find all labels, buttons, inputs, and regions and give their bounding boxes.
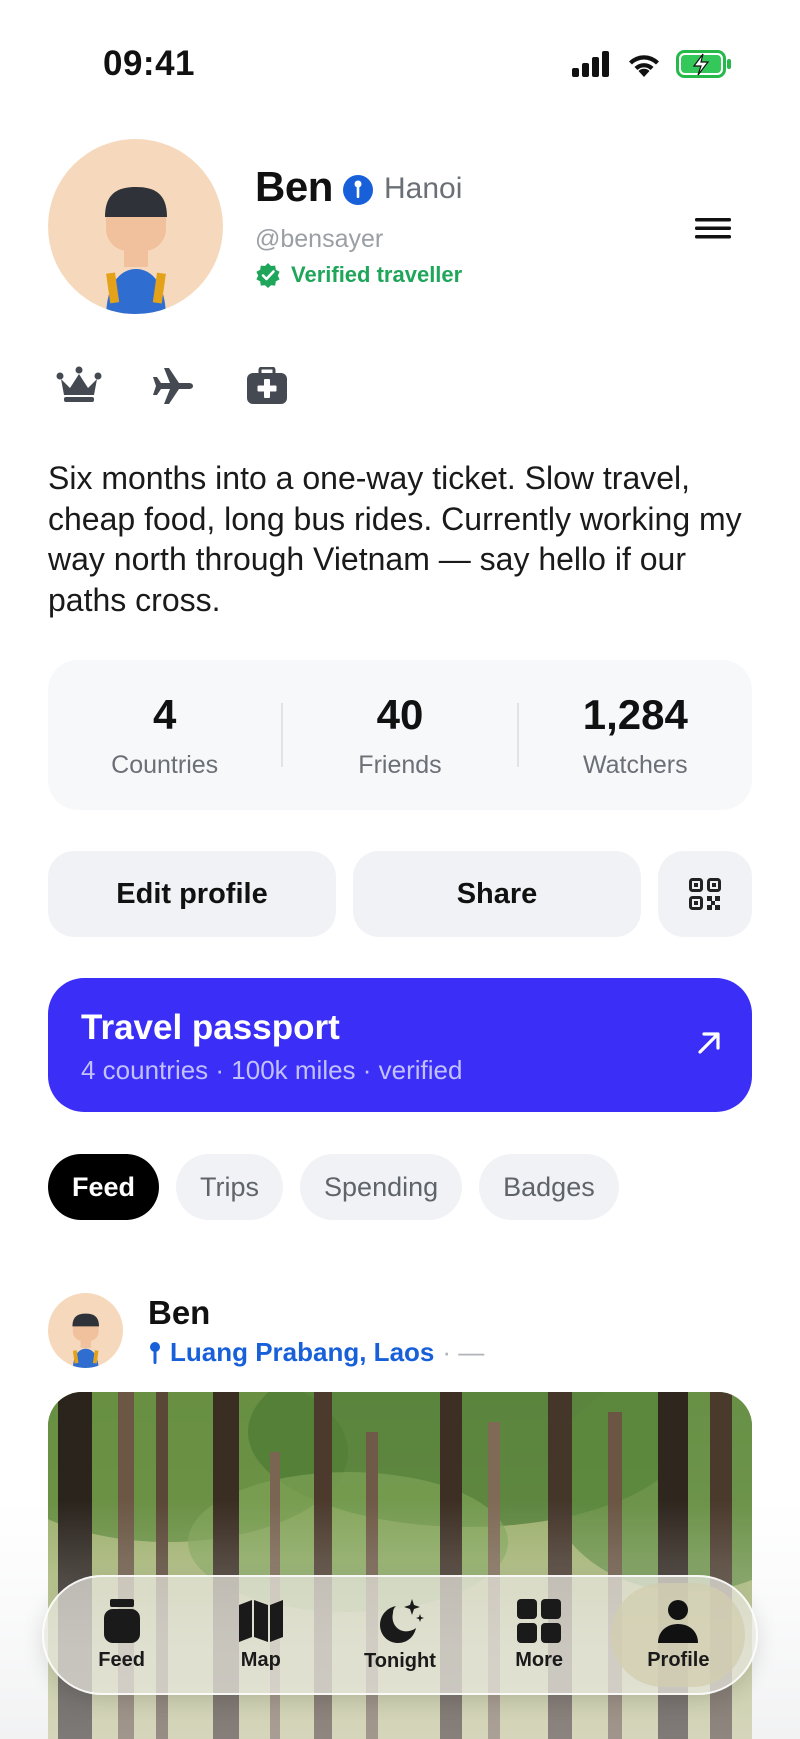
medical-kit-icon[interactable] bbox=[246, 367, 288, 405]
tab-trips[interactable]: Trips bbox=[176, 1154, 284, 1220]
profile-name: Ben bbox=[255, 163, 333, 210]
grid-icon bbox=[517, 1598, 562, 1643]
profile-bio: Six months into a one-way ticket. Slow t… bbox=[48, 460, 742, 618]
verified-check-icon bbox=[256, 263, 280, 288]
stat-label: Friends bbox=[358, 750, 442, 779]
passport-title: Travel passport bbox=[81, 1008, 340, 1047]
status-bar: 09:41 bbox=[0, 0, 800, 130]
nav-profile[interactable]: Profile bbox=[611, 1583, 746, 1687]
menu-button[interactable] bbox=[690, 210, 736, 246]
verified-label: Verified traveller bbox=[291, 262, 463, 287]
status-time: 09:41 bbox=[103, 44, 196, 83]
nav-label: Profile bbox=[647, 1648, 710, 1671]
nav-label: Feed bbox=[98, 1648, 145, 1671]
profile-city: Hanoi bbox=[384, 172, 463, 205]
travel-passport-card[interactable]: Travel passport 4 countries · 100k miles… bbox=[48, 978, 752, 1112]
post-location[interactable]: Luang Prabang, Laos bbox=[170, 1337, 434, 1368]
stat-label: Countries bbox=[111, 750, 219, 779]
profile-avatar[interactable] bbox=[48, 139, 223, 314]
tab-badges[interactable]: Badges bbox=[479, 1154, 619, 1220]
traveller-trait-icons bbox=[56, 366, 288, 406]
qr-code-button[interactable] bbox=[658, 851, 752, 937]
nav-feed[interactable]: Feed bbox=[55, 1583, 189, 1687]
tab-spending[interactable]: Spending bbox=[300, 1154, 463, 1220]
crown-icon[interactable] bbox=[56, 366, 102, 406]
stat-value: 1,284 bbox=[582, 690, 688, 738]
arrow-up-right-icon bbox=[698, 1032, 720, 1054]
stat-watchers[interactable]: 1,284 Watchers bbox=[519, 691, 752, 780]
nav-label: Map bbox=[240, 1648, 281, 1671]
location-pin-icon bbox=[150, 1341, 160, 1364]
avatar-illustration bbox=[105, 187, 167, 314]
verified-badge: Verified traveller bbox=[255, 262, 462, 288]
edit-profile-button[interactable]: Edit profile bbox=[48, 851, 336, 937]
post-author-avatar[interactable] bbox=[48, 1293, 123, 1368]
post-meta: · — bbox=[442, 1337, 485, 1367]
bottom-tab-bar: Feed Map Tonight More Profile bbox=[42, 1575, 758, 1695]
hamburger-menu-icon bbox=[695, 218, 731, 239]
airplane-icon[interactable] bbox=[152, 366, 196, 406]
passport-subtitle: 4 countries · 100k miles · verified bbox=[81, 1055, 463, 1085]
stat-value: 4 bbox=[152, 690, 177, 738]
nav-map[interactable]: Map bbox=[194, 1583, 328, 1687]
jar-icon bbox=[103, 1598, 140, 1643]
battery-charging-icon bbox=[676, 50, 731, 78]
qr-code-icon bbox=[689, 878, 721, 910]
nav-label: Tonight bbox=[364, 1649, 436, 1672]
avatar-illustration bbox=[72, 1313, 99, 1368]
nav-tonight[interactable]: Tonight bbox=[333, 1583, 467, 1687]
profile-handle: @bensayer bbox=[255, 225, 384, 253]
stat-label: Watchers bbox=[582, 750, 688, 779]
nav-more[interactable]: More bbox=[472, 1583, 606, 1687]
location-pin-badge-icon bbox=[343, 175, 373, 205]
nav-label: More bbox=[515, 1648, 564, 1671]
tab-feed[interactable]: Feed bbox=[48, 1154, 160, 1220]
wifi-icon bbox=[629, 55, 659, 77]
post-author-name[interactable]: Ben bbox=[148, 1294, 210, 1332]
cellular-signal-icon bbox=[572, 51, 609, 77]
person-icon bbox=[658, 1599, 699, 1643]
stat-friends[interactable]: 40 Friends bbox=[283, 691, 516, 780]
share-button[interactable]: Share bbox=[353, 851, 641, 937]
stats-card: 4 Countries 40 Friends 1,284 Watchers bbox=[48, 660, 752, 810]
post-location-row: Luang Prabang, Laos · — bbox=[148, 1337, 484, 1368]
status-icons bbox=[572, 50, 732, 78]
stat-value: 40 bbox=[376, 690, 424, 738]
stat-countries[interactable]: 4 Countries bbox=[48, 691, 281, 780]
map-icon bbox=[238, 1599, 283, 1642]
moon-stars-icon bbox=[379, 1598, 424, 1643]
profile-tabs: Feed Trips Spending Badges bbox=[48, 1154, 619, 1220]
